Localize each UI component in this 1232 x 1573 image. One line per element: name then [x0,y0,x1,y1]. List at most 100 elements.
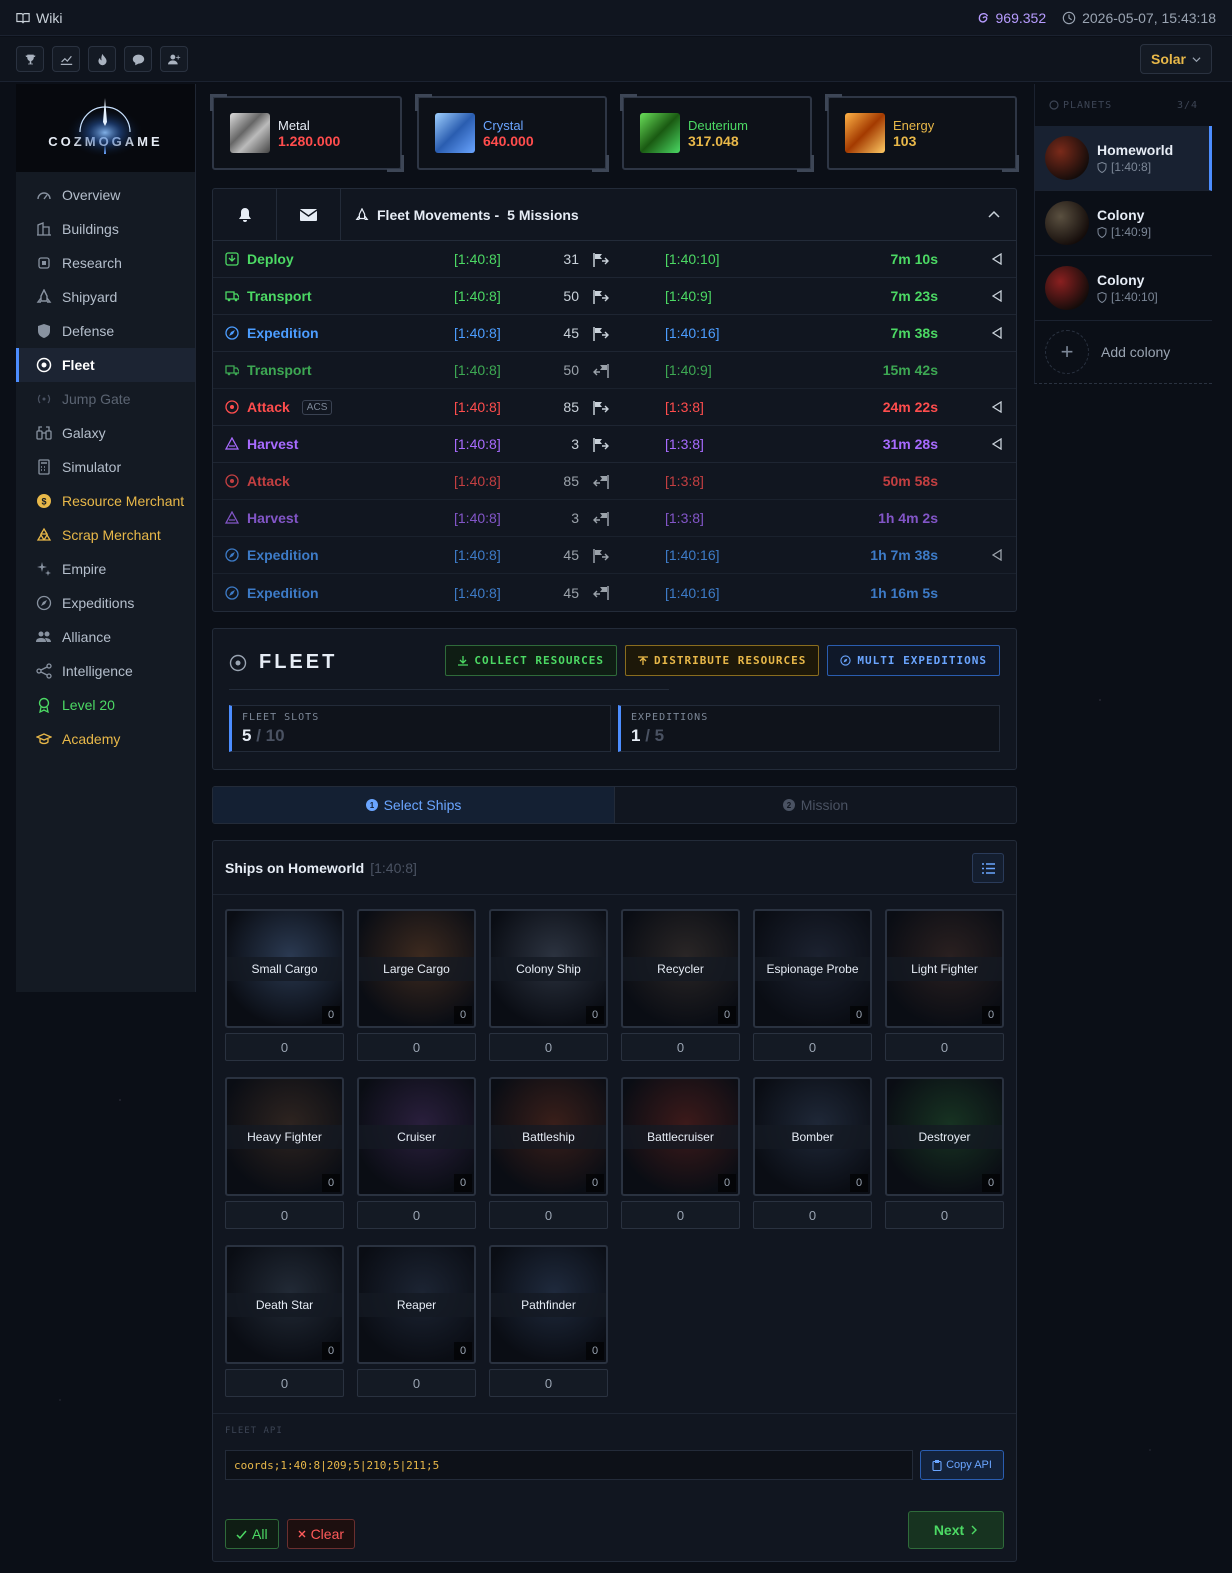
ship-card-cruiser[interactable]: Cruiser 0 0 [357,1077,476,1229]
resource-deuterium[interactable]: Deuterium 317.048 [620,94,814,172]
ship-quantity-input[interactable]: 0 [225,1369,344,1397]
ship-image[interactable]: Large Cargo 0 [357,909,476,1028]
ship-image[interactable]: Small Cargo 0 [225,909,344,1028]
ship-quantity-input[interactable]: 0 [357,1369,476,1397]
ship-image[interactable]: Espionage Probe 0 [753,909,872,1028]
recall-icon[interactable] [992,253,1002,265]
ship-card-small-cargo[interactable]: Small Cargo 0 0 [225,909,344,1061]
ship-image[interactable]: Cruiser 0 [357,1077,476,1196]
ship-card-death-star[interactable]: Death Star 0 0 [225,1245,344,1397]
ship-quantity-input[interactable]: 0 [225,1201,344,1229]
sidebar-item-academy[interactable]: Academy [16,722,195,756]
planet-item[interactable]: Colony [1:40:9] [1035,191,1212,256]
resource-metal[interactable]: Metal 1.280.000 [210,94,404,172]
resource-energy[interactable]: Energy 103 [825,94,1019,172]
sidebar-item-buildings[interactable]: Buildings [16,212,195,246]
ship-quantity-input[interactable]: 0 [489,1033,608,1061]
select-all-button[interactable]: All [225,1519,279,1549]
sidebar-item-defense[interactable]: Defense [16,314,195,348]
multi-expeditions-button[interactable]: MULTI EXPEDITIONS [827,645,1000,676]
ship-quantity-input[interactable]: 0 [753,1201,872,1229]
origin-coord[interactable]: [1:40:8] [454,547,501,563]
sidebar-item-overview[interactable]: Overview [16,178,195,212]
list-view-button[interactable] [972,853,1004,883]
ship-card-battlecruiser[interactable]: Battlecruiser 0 0 [621,1077,740,1229]
ship-quantity-input[interactable]: 0 [489,1201,608,1229]
ship-card-heavy-fighter[interactable]: Heavy Fighter 0 0 [225,1077,344,1229]
target-coord[interactable]: [1:40:10] [665,251,720,267]
ship-image[interactable]: Death Star 0 [225,1245,344,1364]
fleet-movement-row[interactable]: Deploy [1:40:8] 31 [1:40:10] 7m 10s [213,241,1016,278]
target-coord[interactable]: [1:3:8] [665,436,704,452]
next-button[interactable]: Next [908,1511,1004,1549]
recall-icon[interactable] [992,549,1002,561]
ship-image[interactable]: Light Fighter 0 [885,909,1004,1028]
add-colony-button[interactable]: + Add colony [1035,321,1212,383]
ship-card-battleship[interactable]: Battleship 0 0 [489,1077,608,1229]
distribute-resources-button[interactable]: DISTRIBUTE RESOURCES [624,645,820,676]
ship-card-reaper[interactable]: Reaper 0 0 [357,1245,476,1397]
ship-image[interactable]: Pathfinder 0 [489,1245,608,1364]
sidebar-item-level-20[interactable]: Level 20 [16,688,195,722]
wiki-link[interactable]: Wiki [16,10,62,26]
origin-coord[interactable]: [1:40:8] [454,399,501,415]
ship-quantity-input[interactable]: 0 [357,1033,476,1061]
messages-button[interactable] [277,188,341,241]
fleet-movement-row[interactable]: Transport [1:40:8] 50 [1:40:9] 15m 42s [213,352,1016,389]
sidebar-item-jump-gate[interactable]: Jump Gate [16,382,195,416]
origin-coord[interactable]: [1:40:8] [454,288,501,304]
recall-icon[interactable] [992,290,1002,302]
sidebar-item-empire[interactable]: Empire [16,552,195,586]
ship-card-recycler[interactable]: Recycler 0 0 [621,909,740,1061]
recall-icon[interactable] [992,401,1002,413]
ship-quantity-input[interactable]: 0 [225,1033,344,1061]
highscore-button[interactable] [88,46,116,72]
sidebar-item-expeditions[interactable]: Expeditions [16,586,195,620]
ship-card-large-cargo[interactable]: Large Cargo 0 0 [357,909,476,1061]
ship-image[interactable]: Colony Ship 0 [489,909,608,1028]
ship-card-colony-ship[interactable]: Colony Ship 0 0 [489,909,608,1061]
target-coord[interactable]: [1:40:9] [665,288,712,304]
ship-card-pathfinder[interactable]: Pathfinder 0 0 [489,1245,608,1397]
origin-coord[interactable]: [1:40:8] [454,510,501,526]
tab-select-ships[interactable]: 1 Select Ships [213,787,615,823]
ship-quantity-input[interactable]: 0 [621,1033,740,1061]
target-coord[interactable]: [1:40:16] [665,325,720,341]
ship-image[interactable]: Bomber 0 [753,1077,872,1196]
sidebar-item-research[interactable]: Research [16,246,195,280]
statistics-button[interactable] [52,46,80,72]
target-coord[interactable]: [1:40:16] [665,547,720,563]
ship-image[interactable]: Battleship 0 [489,1077,608,1196]
origin-coord[interactable]: [1:40:8] [454,585,501,601]
fleet-movement-row[interactable]: Expedition [1:40:8] 45 [1:40:16] 1h 7m 38s [213,537,1016,574]
fleet-movement-row[interactable]: Transport [1:40:8] 50 [1:40:9] 7m 23s [213,278,1016,315]
ship-image[interactable]: Heavy Fighter 0 [225,1077,344,1196]
sidebar-item-scrap-merchant[interactable]: Scrap Merchant [16,518,195,552]
ship-quantity-input[interactable]: 0 [489,1369,608,1397]
ship-image[interactable]: Reaper 0 [357,1245,476,1364]
target-coord[interactable]: [1:3:8] [665,473,704,489]
ship-card-bomber[interactable]: Bomber 0 0 [753,1077,872,1229]
target-coord[interactable]: [1:3:8] [665,399,704,415]
sidebar-item-shipyard[interactable]: Shipyard [16,280,195,314]
sidebar-item-intelligence[interactable]: Intelligence [16,654,195,688]
target-coord[interactable]: [1:40:16] [665,585,720,601]
resource-crystal[interactable]: Crystal 640.000 [415,94,609,172]
logo[interactable]: COZMOGAME [16,84,195,172]
ship-image[interactable]: Battlecruiser 0 [621,1077,740,1196]
ship-quantity-input[interactable]: 0 [357,1201,476,1229]
recall-icon[interactable] [992,327,1002,339]
clear-button[interactable]: Clear [286,1519,356,1549]
ship-image[interactable]: Recycler 0 [621,909,740,1028]
tab-mission[interactable]: 2 Mission [615,787,1016,823]
notifications-button[interactable] [213,188,277,241]
add-friend-button[interactable] [160,46,188,72]
ship-quantity-input[interactable]: 0 [885,1033,1004,1061]
copy-api-button[interactable]: Copy API [920,1450,1004,1480]
sidebar-item-galaxy[interactable]: Galaxy [16,416,195,450]
origin-coord[interactable]: [1:40:8] [454,362,501,378]
fleet-movement-row[interactable]: Expedition [1:40:8] 45 [1:40:16] 1h 16m 5s [213,574,1016,611]
origin-coord[interactable]: [1:40:8] [454,436,501,452]
fleet-movement-row[interactable]: Harvest [1:40:8] 3 [1:3:8] 31m 28s [213,426,1016,463]
chat-button[interactable] [124,46,152,72]
